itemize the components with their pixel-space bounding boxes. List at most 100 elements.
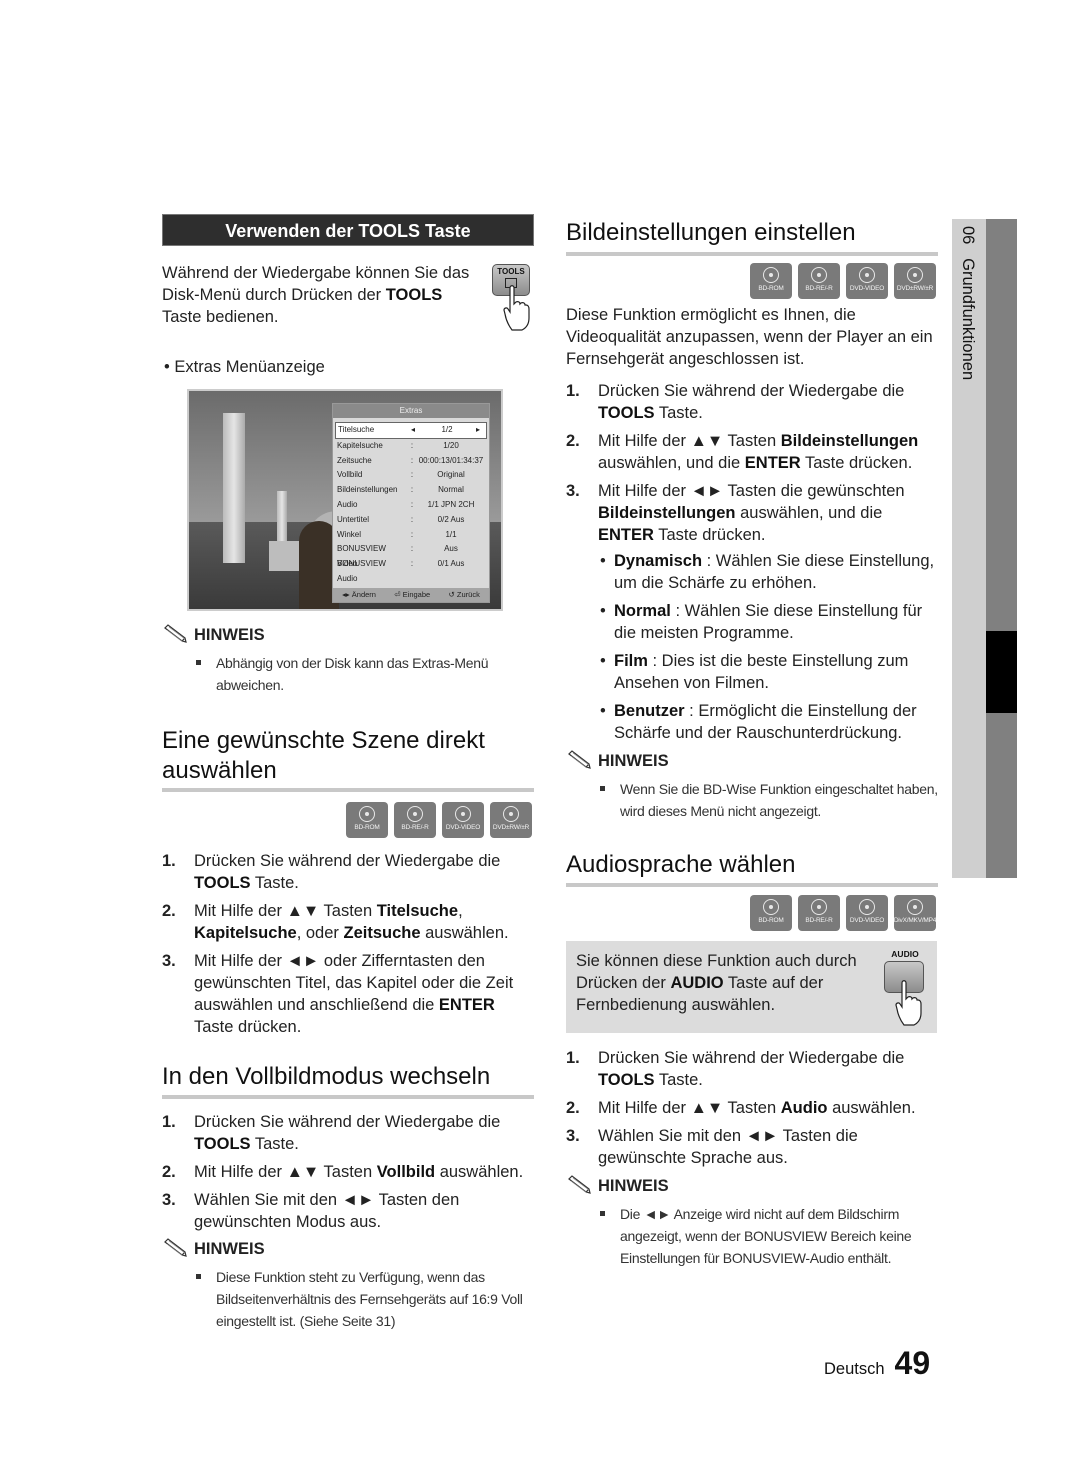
menu-row-right-arrow-icon[interactable]: ▸ (476, 423, 484, 438)
disc-icon (811, 899, 827, 915)
disc-format-badge: DVD-VIDEO (846, 895, 888, 931)
picture-section-rule (566, 252, 938, 256)
extras-menu-row[interactable]: Audio: 1/1 JPN 2CH (333, 498, 489, 513)
step-item: 1. Drücken Sie während der Wiedergabe die… (162, 1111, 534, 1155)
disc-format-label: DVD-VIDEO (445, 824, 481, 831)
menu-row-key: Vollbild (337, 470, 363, 480)
step-number: 3. (566, 482, 580, 500)
step-item: 3. Wählen Sie mit den ◄► Tasten den gewün… (162, 1189, 534, 1233)
tools-note: HINWEIS Abhängig von der Disk kann das E… (162, 624, 534, 696)
audio-remote-button-illustration: AUDIO (880, 949, 930, 1029)
audio-tip-box: Sie können diese Funktion auch durch Drü… (566, 941, 937, 1033)
disc-format-label: DVD-VIDEO (849, 285, 885, 292)
disc-icon (503, 806, 519, 822)
extras-menu-footer: ◂▸ Ändern ⏎ Eingabe ↺ Zurück (333, 588, 489, 602)
disc-format-badge: DVD±RW/±R (894, 263, 936, 299)
extras-menu-row[interactable]: Untertitel: 0/2 Aus (333, 513, 489, 528)
step-keyword: Audio (780, 1099, 828, 1117)
audio-note: HINWEIS Die ◄► Anzeige wird nicht auf de… (566, 1175, 938, 1269)
step-text: Drücken Sie während der Wiedergabe die (598, 1049, 905, 1067)
step-keyword: TOOLS (194, 1135, 251, 1153)
tools-intro-bold: TOOLS (385, 286, 443, 304)
extras-menu-row[interactable]: Titelsuche ◂ 1/2 ▸ (335, 422, 487, 439)
disc-icon (859, 899, 875, 915)
extras-menu-row[interactable]: Winkel: 1/1 (333, 528, 489, 543)
note-item: Diese Funktion steht zu Verfügung, wenn … (162, 1266, 534, 1332)
disc-icon (763, 267, 779, 283)
disc-format-badge: BD-RE/-R (394, 802, 436, 838)
extras-menu-row[interactable]: Zeitsuche:00:00:13/01:34:37 (333, 454, 489, 469)
tools-remote-button-illustration: TOOLS (490, 262, 534, 332)
step-text: auswählen. (435, 1163, 524, 1181)
extras-menu-title: Extras (333, 404, 489, 418)
disc-format-label: BD-ROM (758, 917, 784, 924)
extras-menu-rows: Titelsuche ◂ 1/2 ▸ Kapitelsuche: 1/20 Zeitsuch… (333, 422, 489, 583)
disc-format-label: DVD±RW/±R (896, 285, 934, 292)
step-keyword: Titelsuche (376, 902, 459, 920)
step-item: 3. Wählen Sie mit den ◄► Tasten die gewün… (566, 1125, 938, 1169)
step-number: 1. (162, 1113, 176, 1131)
step-number: 2. (566, 1099, 580, 1117)
step-text: Mit Hilfe der ▲▼ Tasten (598, 432, 781, 450)
menu-row-key: Zeitsuche (337, 455, 372, 465)
step-number: 1. (162, 852, 176, 870)
step-text: Taste drücken. (800, 454, 913, 472)
disc-format-badge: DivX/MKV/MP4 (894, 895, 936, 931)
extras-menu: Extras Titelsuche ◂ 1/2 ▸ Kapitelsuche: 1/20 Z… (332, 403, 490, 603)
step-keyword: ENTER (598, 526, 654, 544)
disc-icon (859, 267, 875, 283)
disc-format-label: DVD±RW/±R (492, 824, 530, 831)
audio-section-rule (566, 883, 938, 887)
menu-row-key: Bildeinstellungen (337, 485, 398, 495)
extras-menu-row[interactable]: Bildeinstellungen: Normal (333, 483, 489, 498)
extras-menu-row[interactable]: BONUSVIEW Audio: 0/1 Aus (333, 557, 489, 583)
disc-format-label: DVD-VIDEO (849, 917, 885, 924)
hand-pointer-icon (895, 980, 922, 1026)
extras-bullet-text: Extras Menüanzeige (174, 358, 325, 376)
disc-format-label: BD-RE/-R (805, 285, 833, 292)
chapter-tab-dark (986, 219, 1017, 878)
step-keyword: Bildeinstellungen (780, 432, 919, 450)
menu-row-value: Original (437, 470, 465, 480)
step-number: 1. (566, 382, 580, 400)
step-text: Mit Hilfe der ▲▼ Tasten (598, 1099, 781, 1117)
note-header: HINWEIS (566, 750, 938, 772)
note-item: Die ◄► Anzeige wird nicht auf dem Bildsc… (566, 1203, 938, 1269)
step-text: auswählen. (827, 1099, 916, 1117)
step-number: 2. (566, 432, 580, 450)
disc-icon (907, 267, 923, 283)
audio-steps: 1. Drücken Sie während der Wiedergabe die… (566, 1047, 938, 1175)
fullscreen-section-title: In den Vollbildmodus wechseln (162, 1063, 491, 1090)
step-number: 2. (162, 1163, 176, 1181)
menu-row-key: BONUSVIEW Video (337, 544, 386, 569)
note-bullet-square (600, 786, 605, 791)
disc-format-badge: DVD-VIDEO (846, 263, 888, 299)
picture-note: HINWEIS Wenn Sie die BD-Wise Funktion ei… (566, 750, 938, 822)
menu-row-key: Audio (337, 499, 358, 509)
disc-format-label: BD-ROM (758, 285, 784, 292)
option-name: Film (614, 652, 648, 670)
chapter-tab-marker (986, 631, 1017, 713)
disc-format-label: DivX/MKV/MP4 (893, 917, 937, 924)
extras-menu-row[interactable]: BONUSVIEW Video: Aus (333, 542, 489, 569)
chapter-number: 06 (959, 226, 977, 245)
step-item: 1. Drücken Sie während der Wiedergabe die… (566, 1047, 938, 1091)
extras-menu-row[interactable]: Vollbild: Original (333, 468, 489, 483)
picture-option-item: Benutzer : Ermöglicht die Einstellung de… (598, 700, 938, 744)
extras-menu-row[interactable]: Kapitelsuche: 1/20 (333, 439, 489, 454)
step-item: 2. Mit Hilfe der ▲▼ Tasten Audio auswähle… (566, 1097, 938, 1119)
screenshot-minaret (223, 413, 245, 563)
picture-steps: 1. Drücken Sie während der Wiedergabe die… (566, 380, 938, 552)
step-text: Taste. (654, 404, 703, 422)
note-bullet-square (196, 1274, 201, 1279)
audio-tip-text: Sie können diese Funktion auch durch Drü… (576, 950, 866, 1016)
disc-format-badge: BD-ROM (346, 802, 388, 838)
note-item: Wenn Sie die BD-Wise Funktion eingeschal… (566, 778, 938, 822)
note-title: HINWEIS (598, 752, 669, 770)
note-title: HINWEIS (598, 1177, 669, 1195)
menu-row-value: 1/2 (441, 425, 453, 434)
step-text: Mit Hilfe der ▲▼ Tasten (194, 902, 377, 920)
step-text: , (458, 902, 463, 920)
menu-row-separator: : (410, 499, 414, 509)
menu-row-value: Aus (444, 544, 458, 554)
